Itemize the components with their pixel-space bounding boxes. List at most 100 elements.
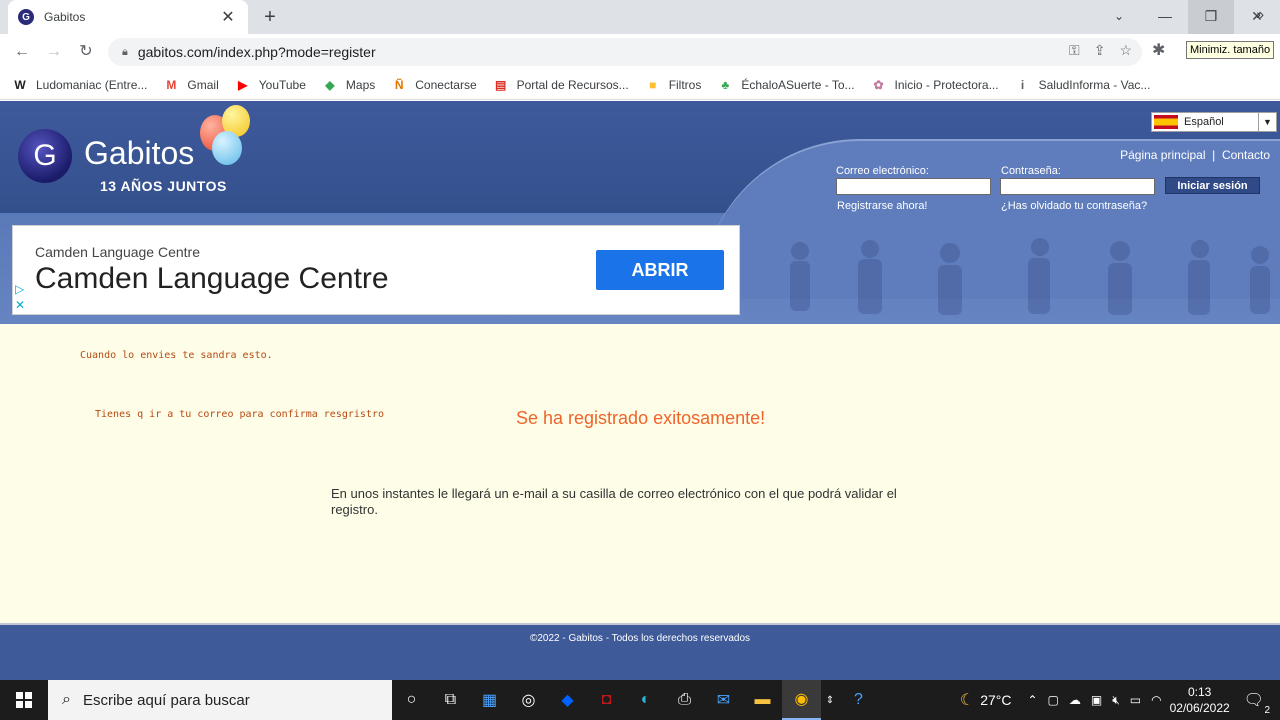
gabitos-logo-icon[interactable]: G — [18, 129, 72, 183]
register-link[interactable]: Registrarse ahora! — [837, 200, 928, 212]
task-view-icon[interactable]: ⧉ — [431, 680, 470, 720]
bookmark-item[interactable]: ■ Filtros — [645, 77, 702, 92]
ad-small-title[interactable]: Camden Language Centre — [35, 244, 200, 260]
lock-icon[interactable]: 🔒︎ — [122, 46, 128, 59]
restore-button[interactable]: ❐ — [1188, 0, 1234, 34]
cortana-icon[interactable]: ○ — [392, 680, 431, 720]
footer-copyright: ©2022 - Gabitos - Todos los derechos res… — [529, 633, 751, 644]
battery-icon[interactable]: ▭ — [1130, 693, 1141, 707]
bookmark-item[interactable]: Ñ Conectarse — [391, 77, 477, 92]
file-explorer-icon[interactable]: ▬ — [743, 680, 782, 720]
bookmark-favicon-icon: ■ — [649, 77, 657, 92]
bookmark-label: Maps — [345, 77, 376, 92]
onedrive-icon[interactable]: ☁ — [1069, 693, 1081, 707]
site-logo-name[interactable]: Gabitos — [84, 135, 194, 172]
weather-moon-icon[interactable]: ☾ — [960, 690, 974, 710]
bookmark-item[interactable]: ▶ YouTube — [235, 78, 306, 92]
contact-link[interactable]: Contacto — [1222, 148, 1270, 162]
bookmark-label: Inicio - Protectora... — [894, 77, 999, 92]
forgot-password-link[interactable]: ¿Has olvidado tu contraseña? — [1001, 200, 1147, 212]
display-icon[interactable]: ▣ — [1091, 693, 1102, 707]
new-tab-button[interactable]: + — [258, 5, 282, 29]
system-tray: ☾ 27°C ⌃ ▢ ☁ ▣ 🔇︎ ▭ ◠ 0:13 02/06/2022 🗨︎… — [960, 680, 1280, 720]
dropdown-arrow-icon[interactable]: ▼ — [1258, 113, 1276, 131]
home-link[interactable]: Página principal — [1120, 148, 1205, 162]
share-icon[interactable]: ⇪ — [1094, 42, 1106, 59]
forward-button[interactable]: → — [42, 40, 66, 64]
ad-big-title[interactable]: Camden Language Centre — [35, 262, 389, 296]
taskbar-search[interactable]: ⌕ Escribe aquí para buscar — [48, 680, 392, 720]
dancing-silhouettes-decoration — [790, 238, 1270, 315]
tab-close-icon[interactable]: ✕ — [218, 7, 238, 27]
bookmarks-bar: W Ludomaniac (Entre... M Gmail ▶ YouTube ◆ Maps… — [0, 70, 1280, 100]
printer-icon[interactable]: ⎙ — [665, 680, 704, 720]
ad-close-icon[interactable]: ✕ — [15, 298, 25, 312]
app-icon[interactable]: ◎ — [509, 680, 548, 720]
info-message: En unos instantes le llegará un e-mail a… — [331, 486, 897, 517]
bookmark-favicon-icon: M — [166, 77, 177, 92]
language-value: Español — [1184, 116, 1224, 128]
clock[interactable]: 0:13 02/06/2022 — [1170, 684, 1230, 716]
email-label: Correo electrónico: — [836, 165, 929, 177]
bookmark-item[interactable]: ▤ Portal de Recursos... — [493, 78, 629, 92]
url-text[interactable]: gabitos.com/index.php?mode=register — [138, 44, 376, 60]
windows-logo-icon — [16, 692, 32, 708]
help-icon[interactable]: ? — [839, 680, 878, 720]
password-label: Contraseña: — [1001, 165, 1061, 177]
adchoices-icon[interactable]: ▷ — [15, 282, 24, 296]
bookmark-favicon-icon: W — [14, 77, 26, 92]
extensions-puzzle-icon[interactable]: ✱ — [1152, 40, 1165, 60]
password-field[interactable] — [1000, 178, 1155, 195]
bookmark-favicon-icon: ♣ — [721, 77, 730, 92]
mail-icon[interactable]: ✉ — [704, 680, 743, 720]
meet-icon[interactable]: ▢ — [1048, 693, 1059, 707]
site-logo-tagline: 13 AÑOS JUNTOS — [100, 178, 227, 194]
weather-temp[interactable]: 27°C — [980, 692, 1011, 708]
ad-banner[interactable]: Camden Language Centre Camden Language C… — [12, 225, 740, 315]
chrome-icon[interactable]: ◉ — [782, 680, 821, 720]
bookmark-item[interactable]: M Gmail — [163, 78, 218, 92]
windows-taskbar: ⌕ Escribe aquí para buscar ○ ⧉ ▦ ◎ ◆ ◘ ◐… — [0, 680, 1280, 720]
bookmark-favicon-icon: Ñ — [394, 77, 404, 92]
tooltip: Minimiz. tamaño — [1186, 41, 1275, 59]
reload-button[interactable]: ↻ — [74, 40, 98, 64]
bookmark-item[interactable]: i SaludInforma - Vac... — [1015, 78, 1151, 92]
back-button[interactable]: ← — [10, 40, 34, 64]
site-header: G Gabitos 13 AÑOS JUNTOS Español ▼ Págin… — [0, 101, 1280, 324]
bookmarks-overflow-icon[interactable]: » — [1256, 6, 1264, 22]
edge-icon[interactable]: ◐ — [626, 680, 665, 720]
bookmark-label: Filtros — [668, 77, 702, 92]
bookmark-item[interactable]: W Ludomaniac (Entre... — [12, 78, 147, 92]
bookmark-label: Portal de Recursos... — [516, 77, 629, 92]
tab-search-chevron-icon[interactable]: ⌄ — [1096, 0, 1142, 34]
notifications-icon[interactable]: 🗨︎ 2 — [1244, 690, 1270, 716]
bookmark-label: SaludInforma - Vac... — [1038, 77, 1151, 92]
blue-balloon-icon — [212, 131, 242, 165]
gabitos-favicon-icon: G — [18, 9, 34, 25]
store-icon[interactable]: ▦ — [470, 680, 509, 720]
search-placeholder: Escribe aquí para buscar — [82, 691, 250, 709]
tray-overflow-icon[interactable]: ⌃ — [1027, 693, 1037, 707]
bookmark-star-icon[interactable]: ☆ — [1119, 42, 1132, 59]
note-text: Cuando lo envies te sandra esto. — [80, 350, 273, 361]
search-icon: ⌕ — [62, 691, 71, 708]
browser-tab[interactable]: G Gabitos ✕ — [8, 0, 248, 34]
login-button[interactable]: Iniciar sesión — [1165, 177, 1260, 194]
email-field[interactable] — [836, 178, 991, 195]
wifi-icon[interactable]: ◠ — [1151, 693, 1161, 707]
bookmark-favicon-icon: i — [1020, 77, 1025, 92]
address-bar[interactable]: 🔒︎ gabitos.com/index.php?mode=register ⚿… — [108, 38, 1142, 66]
mcafee-icon[interactable]: ◘ — [587, 680, 626, 720]
volume-muted-icon[interactable]: 🔇︎ — [1112, 693, 1120, 708]
bookmark-favicon-icon: ▤ — [494, 77, 507, 92]
minimize-button[interactable]: — — [1142, 0, 1188, 34]
start-button[interactable] — [0, 680, 48, 720]
dropbox-icon[interactable]: ◆ — [548, 680, 587, 720]
bookmark-item[interactable]: ◆ Maps — [322, 78, 375, 92]
bookmark-item[interactable]: ✿ Inicio - Protectora... — [871, 78, 999, 92]
key-icon[interactable]: ⚿ — [1069, 42, 1080, 59]
language-select[interactable]: Español ▼ — [1151, 112, 1277, 132]
taskbar-scroll-icon[interactable]: ⇕ — [821, 680, 839, 720]
bookmark-item[interactable]: ♣ ÉchaloASuerte - To... — [717, 78, 854, 92]
ad-open-button[interactable]: ABRIR — [596, 250, 724, 290]
